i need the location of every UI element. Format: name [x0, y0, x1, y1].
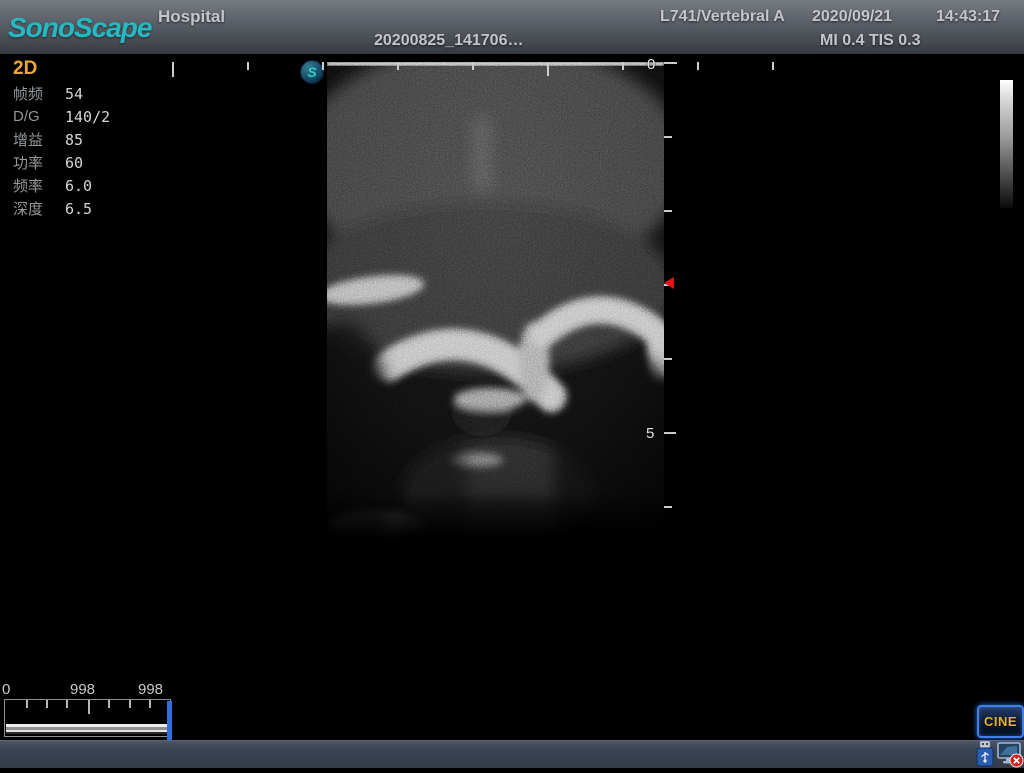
width-scale-tick — [622, 62, 624, 70]
focus-position-marker[interactable] — [664, 277, 674, 289]
cine-current-frame: 998 — [138, 681, 163, 698]
title-bar: SonoScape Hospital 20200825_141706… L741… — [0, 0, 1024, 57]
param-value: 140/2 — [65, 108, 110, 126]
mode-label: 2D — [13, 58, 110, 82]
param-row-power: 功率 60 — [13, 151, 110, 174]
cine-ruler-tick — [108, 700, 110, 708]
probe-orientation-marker: S — [300, 60, 324, 84]
depth-scale-tick — [664, 62, 677, 64]
cine-ruler-tick — [129, 700, 131, 708]
exam-file-id: 20200825_141706… — [374, 32, 523, 50]
cine-ruler-tick — [26, 700, 28, 708]
param-value: 6.0 — [65, 177, 92, 195]
width-scale-tick — [322, 62, 324, 70]
depth-scale-tick — [664, 358, 672, 360]
width-scale-tick — [697, 62, 699, 70]
width-scale-tick — [172, 62, 174, 77]
width-scale-tick — [472, 62, 474, 70]
width-scale-tick — [772, 62, 774, 70]
mi-tis-indices: MI 0.4 TIS 0.3 — [820, 32, 920, 50]
imaging-parameters-panel: 2D 帧频 54 D/G 140/2 增益 85 功率 60 频率 6.0 深度… — [13, 58, 110, 220]
grayscale-map-bar — [1000, 80, 1013, 208]
depth-label-0: 0 — [647, 56, 655, 73]
depth-scale-tick — [664, 210, 672, 212]
depth-label-5: 5 — [646, 425, 654, 442]
cine-mode-button[interactable]: CINE — [977, 705, 1024, 738]
network-computer-error-icon[interactable] — [997, 741, 1024, 773]
param-label: 增益 — [13, 129, 65, 150]
cine-total-frames: 998 — [70, 681, 95, 698]
param-label: 频率 — [13, 175, 65, 196]
width-scale-tick — [247, 62, 249, 70]
param-value: 60 — [65, 154, 83, 172]
param-value: 85 — [65, 131, 83, 149]
depth-scale-tick — [664, 136, 672, 138]
param-label: D/G — [13, 108, 65, 125]
param-row-depth: 深度 6.5 — [13, 197, 110, 220]
param-row-frame-rate: 帧频 54 — [13, 82, 110, 105]
system-time: 14:43:17 — [936, 8, 1000, 26]
param-row-dynamic-range: D/G 140/2 — [13, 105, 110, 128]
param-label: 帧频 — [13, 83, 65, 104]
cine-ruler-tick — [46, 700, 48, 708]
cine-ruler-tick — [88, 700, 90, 714]
cine-position-handle[interactable] — [167, 701, 172, 744]
depth-scale-tick — [664, 506, 672, 508]
taskbar — [0, 740, 1024, 768]
param-value: 54 — [65, 85, 83, 103]
param-row-gain: 增益 85 — [13, 128, 110, 151]
sonoscape-logo: SonoScape — [8, 12, 151, 44]
cine-ruler-tick — [66, 700, 68, 708]
width-scale-tick — [397, 62, 399, 70]
hospital-name: Hospital — [158, 7, 225, 27]
probe-preset: L741/Vertebral A — [660, 8, 785, 26]
param-label: 功率 — [13, 152, 65, 173]
ultrasound-image — [327, 62, 664, 540]
width-scale-tick — [547, 62, 549, 76]
usb-device-icon[interactable] — [973, 741, 997, 772]
cine-scrubber[interactable] — [4, 699, 171, 737]
depth-scale-tick — [664, 432, 676, 434]
cine-start-frame: 0 — [2, 681, 10, 698]
cine-ruler-tick — [149, 700, 151, 708]
cine-track[interactable] — [6, 724, 169, 734]
system-date: 2020/09/21 — [812, 8, 892, 26]
param-value: 6.5 — [65, 200, 92, 218]
param-label: 深度 — [13, 198, 65, 219]
param-row-frequency: 频率 6.0 — [13, 174, 110, 197]
